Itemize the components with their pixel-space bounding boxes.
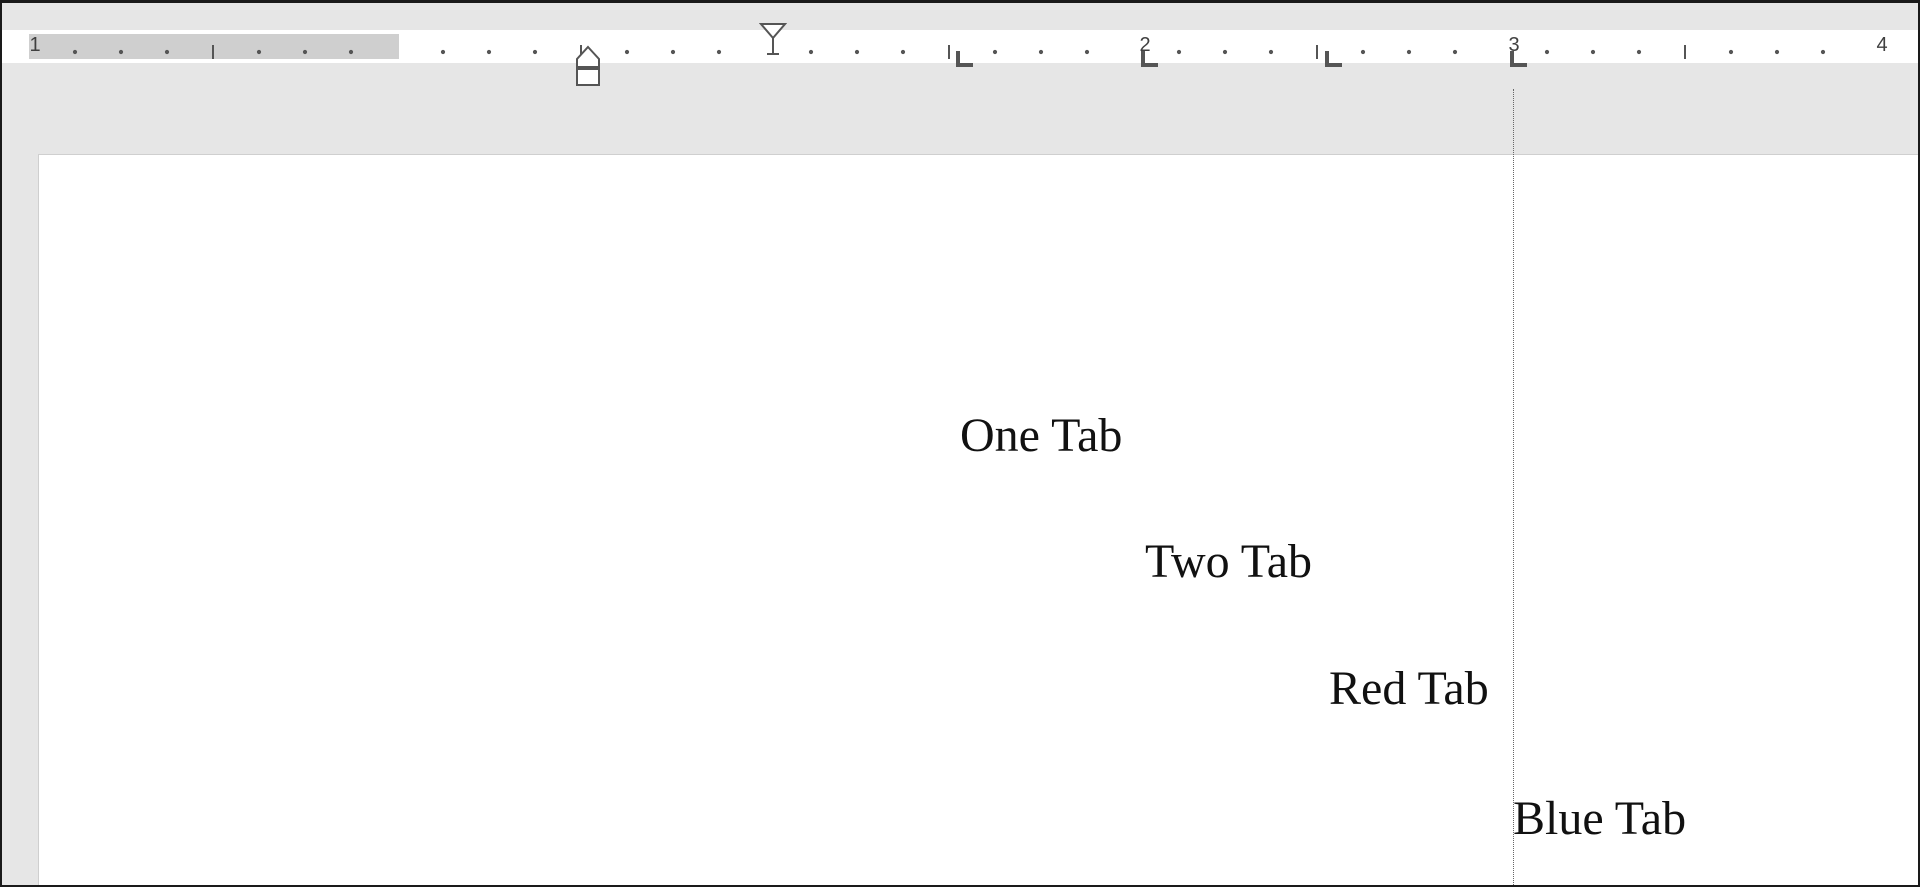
first-line-indent-icon[interactable] xyxy=(759,21,787,61)
ruler-eighth-inch-dot xyxy=(992,49,998,55)
tab-stop-guide-line xyxy=(1513,89,1514,885)
ruler-eighth-inch-dot xyxy=(1268,49,1274,55)
ruler-eighth-inch-dot xyxy=(808,49,814,55)
ruler-eighth-inch-dot xyxy=(302,49,308,55)
left-tab-stop-icon[interactable] xyxy=(1323,49,1345,71)
document-line-red-tab[interactable]: Red Tab xyxy=(1329,663,1489,715)
ruler-eighth-inch-dot xyxy=(1544,49,1550,55)
ruler-eighth-inch-dot xyxy=(1176,49,1182,55)
ruler-eighth-inch-dot xyxy=(900,49,906,55)
left-tab-stop-icon[interactable] xyxy=(1139,49,1161,71)
ruler-eighth-inch-dot xyxy=(256,49,262,55)
document-line-one-tab[interactable]: One Tab xyxy=(960,410,1122,462)
document-window: 1 1 2 3 4 One Tab Two Tab Red Tab Blue T… xyxy=(0,0,1920,887)
ruler-eighth-inch-dot xyxy=(716,49,722,55)
ruler-eighth-inch-dot xyxy=(1590,49,1596,55)
ruler-eighth-inch-dot xyxy=(624,49,630,55)
ruler-eighth-inch-dot xyxy=(854,49,860,55)
document-page[interactable] xyxy=(38,154,1918,885)
document-line-two-tab[interactable]: Two Tab xyxy=(1145,536,1312,588)
document-line-blue-tab[interactable]: Blue Tab xyxy=(1513,793,1686,845)
ruler-eighth-inch-dot xyxy=(670,49,676,55)
ruler-eighth-inch-dot xyxy=(164,49,170,55)
hanging-indent-icon[interactable] xyxy=(574,45,602,89)
ruler-eighth-inch-dot xyxy=(1222,49,1228,55)
ruler-eighth-inch-dot xyxy=(1038,49,1044,55)
ruler-eighth-inch-dot xyxy=(1820,49,1826,55)
ruler-eighth-inch-dot xyxy=(486,49,492,55)
ruler-eighth-inch-dot xyxy=(440,49,446,55)
ruler-eighth-inch-dot xyxy=(1452,49,1458,55)
ruler-eighth-inch-dot xyxy=(348,49,354,55)
left-tab-stop-icon[interactable] xyxy=(1508,49,1530,71)
left-tab-stop-icon[interactable] xyxy=(954,49,976,71)
ruler-eighth-inch-dot xyxy=(532,49,538,55)
ruler-eighth-inch-dot xyxy=(1728,49,1734,55)
ruler-eighth-inch-dot xyxy=(1636,49,1642,55)
ruler-eighth-inch-dot xyxy=(1774,49,1780,55)
ruler-eighth-inch-dot xyxy=(118,49,124,55)
ruler-number-4: 4 xyxy=(1876,34,1888,56)
ruler-eighth-inch-dot xyxy=(1406,49,1412,55)
ruler-eighth-inch-dot xyxy=(1360,49,1366,55)
ruler-eighth-inch-dot xyxy=(72,49,78,55)
ruler-eighth-inch-dot xyxy=(1084,49,1090,55)
ruler-number-left-1: 1 xyxy=(29,34,41,56)
